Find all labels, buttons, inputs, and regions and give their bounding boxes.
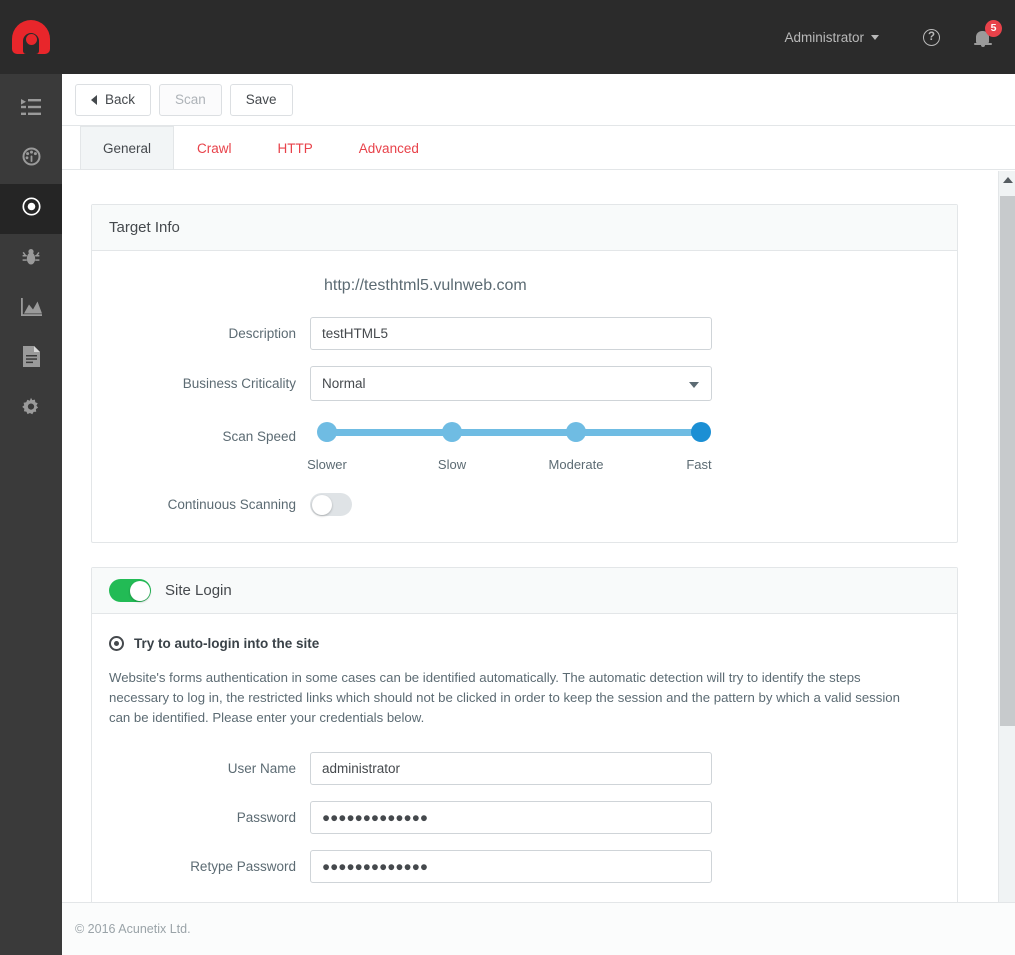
tab-crawl[interactable]: Crawl: [174, 126, 255, 169]
description-label: Description: [228, 326, 296, 341]
chevron-up-icon: [1002, 176, 1013, 183]
sidebar-item-reports[interactable]: [0, 334, 62, 384]
target-info-body: http://testhtml5.vulnweb.com Description…: [92, 251, 957, 542]
auto-login-radio-label: Try to auto-login into the site: [134, 636, 320, 651]
slider-tick-labels: Slower Slow Moderate Fast: [307, 457, 712, 475]
left-sidebar: [0, 74, 62, 955]
slider-tick-slower: Slower: [307, 457, 347, 472]
scan-button-label: Scan: [175, 92, 206, 107]
slider-knob-slow[interactable]: [442, 422, 462, 442]
footer: © 2016 Acunetix Ltd.: [62, 902, 1015, 955]
username-input[interactable]: [310, 752, 712, 785]
scroll-up-button[interactable]: [999, 171, 1015, 188]
target-url: http://testhtml5.vulnweb.com: [324, 277, 527, 294]
top-header-bar: Administrator ? 5: [0, 0, 1015, 74]
username-row: User Name: [92, 752, 957, 785]
credentials-fields: User Name Password: [92, 728, 957, 883]
save-button[interactable]: Save: [229, 83, 293, 116]
site-login-header: Site Login: [92, 568, 957, 614]
target-icon: [21, 197, 41, 221]
slider-tick-moderate: Moderate: [548, 457, 604, 472]
notifications-bell-icon[interactable]: 5: [973, 20, 1002, 49]
auto-login-radio-row[interactable]: Try to auto-login into the site: [92, 614, 957, 651]
application-window: Administrator ? 5 Back Scan Save General…: [0, 0, 1015, 955]
sidebar-item-targets[interactable]: [0, 184, 62, 234]
content-area: Back Scan Save General Crawl HTTP Advanc…: [62, 74, 1015, 955]
site-login-description: Website's forms authentication in some c…: [109, 670, 900, 725]
bug-icon: [21, 247, 41, 272]
site-login-toggle[interactable]: [109, 579, 151, 602]
notification-count-badge: 5: [985, 20, 1002, 37]
business-criticality-row: Business Criticality Normal: [92, 366, 957, 401]
slider-tick-slow: Slow: [437, 457, 467, 472]
user-menu-label: Administrator: [784, 29, 864, 45]
target-info-header: Target Info: [92, 205, 957, 251]
scan-speed-slider[interactable]: Slower Slow Moderate Fast: [307, 417, 712, 475]
save-button-label: Save: [245, 92, 277, 107]
sidebar-item-vulnerabilities[interactable]: [0, 234, 62, 284]
target-info-title: Target Info: [109, 219, 180, 236]
scan-speed-row: Scan Speed Slower Slow Moderate Fast: [92, 417, 957, 475]
username-label: User Name: [227, 761, 296, 776]
description-input[interactable]: [310, 317, 712, 350]
continuous-scanning-row: Continuous Scanning: [92, 493, 957, 516]
chevron-down-icon: [689, 382, 699, 388]
gauge-icon: [21, 146, 42, 172]
password-row: Password: [92, 801, 957, 834]
scrollbar-thumb[interactable]: [1000, 196, 1015, 726]
chevron-left-icon: [91, 94, 97, 105]
list-menu-icon: [21, 98, 41, 120]
slider-track: [320, 429, 702, 436]
sidebar-item-menu[interactable]: [0, 84, 62, 134]
back-button[interactable]: Back: [75, 83, 152, 116]
document-icon: [22, 346, 40, 372]
chart-icon: [20, 297, 42, 321]
business-criticality-select[interactable]: Normal: [310, 366, 712, 401]
business-criticality-label: Business Criticality: [182, 376, 296, 391]
target-info-card: Target Info http://testhtml5.vulnweb.com…: [91, 204, 958, 543]
back-button-label: Back: [105, 92, 136, 107]
gear-icon: [21, 397, 41, 422]
footer-copyright: © 2016 Acunetix Ltd.: [75, 922, 191, 936]
password-input[interactable]: [310, 801, 712, 834]
slider-knob-fast[interactable]: [691, 422, 711, 442]
description-row: Description: [92, 317, 957, 350]
sidebar-item-dashboard[interactable]: [0, 134, 62, 184]
vertical-scrollbar[interactable]: [998, 171, 1015, 955]
acunetix-logo[interactable]: [0, 0, 62, 74]
help-icon[interactable]: ?: [923, 28, 940, 46]
retype-password-input[interactable]: [310, 850, 712, 883]
tab-bar: General Crawl HTTP Advanced: [62, 126, 1015, 170]
site-login-body: Try to auto-login into the site Website'…: [92, 614, 957, 909]
auto-login-radio[interactable]: [109, 636, 124, 651]
site-login-card: Site Login Try to auto-login into the si…: [91, 567, 958, 910]
user-menu[interactable]: Administrator: [780, 24, 883, 51]
retype-password-row: Retype Password: [92, 850, 957, 883]
action-toolbar: Back Scan Save: [62, 74, 1015, 126]
continuous-scanning-label: Continuous Scanning: [167, 497, 296, 512]
sidebar-item-settings[interactable]: [0, 384, 62, 434]
tab-general[interactable]: General: [80, 126, 175, 169]
site-login-title: Site Login: [165, 582, 232, 599]
sidebar-item-scans[interactable]: [0, 284, 62, 334]
password-label: Password: [236, 810, 296, 825]
slider-knob-moderate[interactable]: [566, 422, 586, 442]
tab-http[interactable]: HTTP: [255, 126, 336, 169]
scan-button[interactable]: Scan: [159, 83, 222, 116]
business-criticality-value: Normal: [322, 376, 366, 391]
scan-speed-label: Scan Speed: [222, 429, 296, 444]
continuous-scanning-toggle[interactable]: [310, 493, 352, 516]
slider-tick-fast: Fast: [686, 457, 712, 472]
header-right-controls: Administrator ? 5: [780, 0, 1015, 74]
settings-scroll-region: Target Info http://testhtml5.vulnweb.com…: [62, 171, 1015, 955]
retype-password-label: Retype Password: [190, 859, 296, 874]
slider-knob-slower[interactable]: [317, 422, 337, 442]
tab-advanced[interactable]: Advanced: [336, 126, 442, 169]
chevron-down-icon: [871, 34, 879, 40]
